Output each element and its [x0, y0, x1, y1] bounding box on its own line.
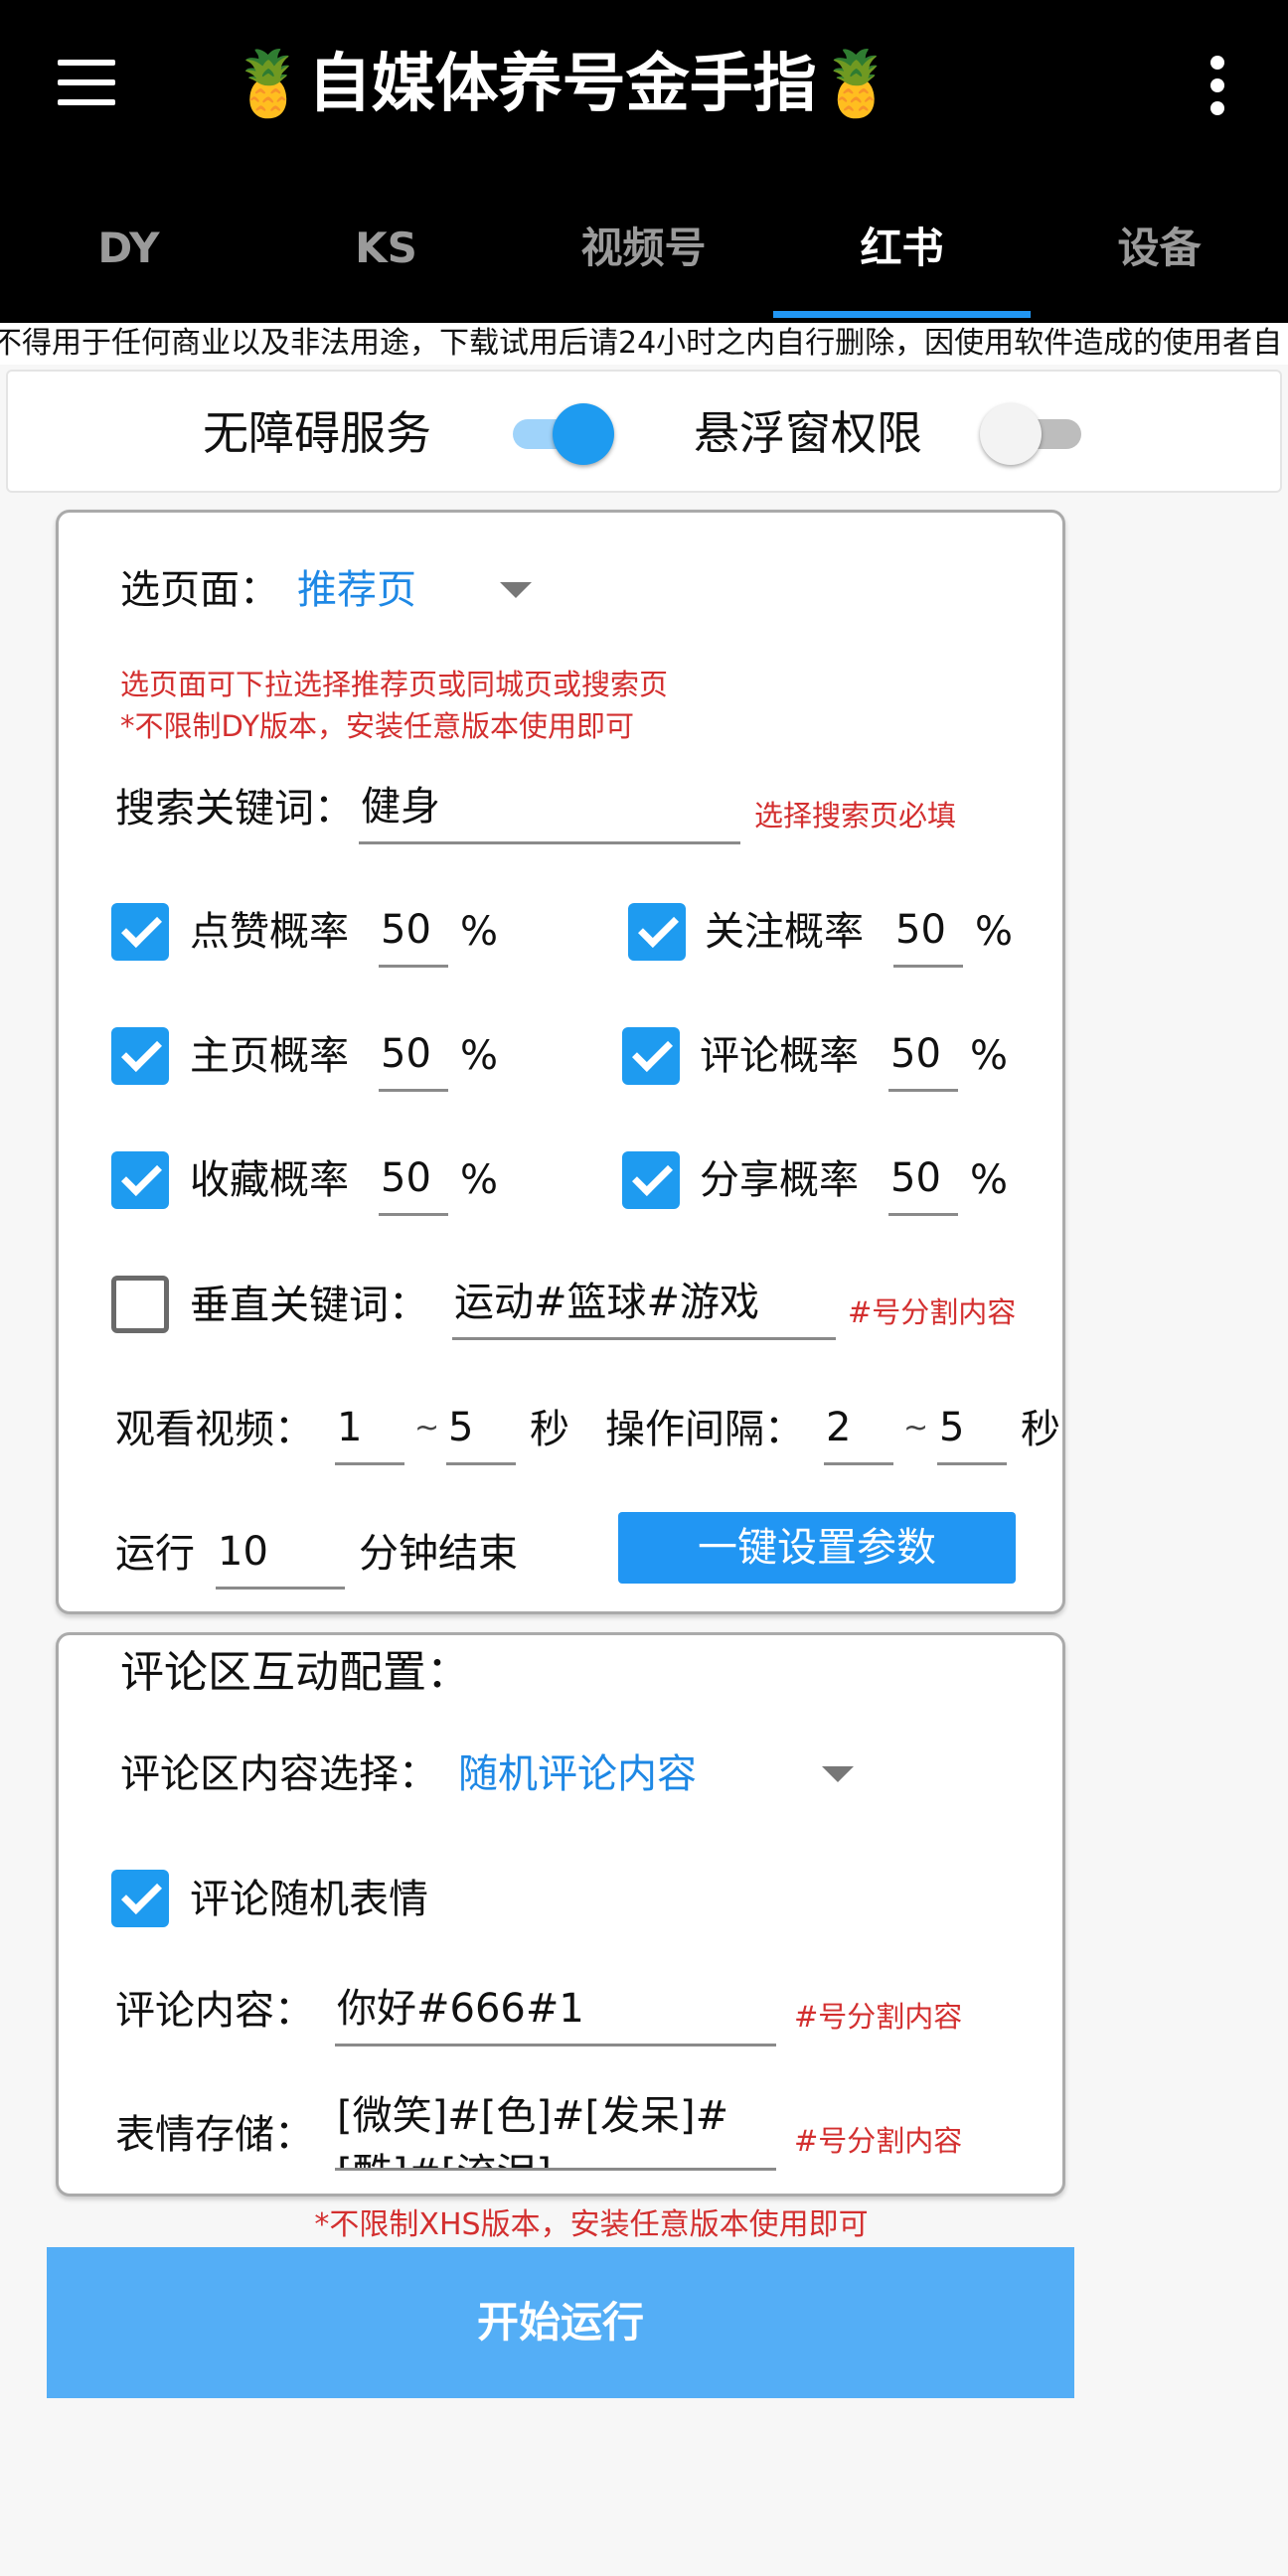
- comment-content-hint: #号分割内容: [794, 2000, 963, 2034]
- accessibility-label: 无障碍服务: [203, 406, 431, 460]
- vertical-keyword-hint: #号分割内容: [848, 1295, 1017, 1329]
- percent-sign: %: [975, 909, 1014, 955]
- comment-config-title: 评论区互动配置：: [120, 1647, 470, 1698]
- xhs-version-note: *不限制XHS版本，安装任意版本使用即可: [314, 2207, 869, 2242]
- watch-unit: 秒: [530, 1407, 569, 1452]
- overlay-switch[interactable]: [980, 401, 1089, 465]
- watch-min-input[interactable]: 1: [335, 1400, 404, 1465]
- favorite-rate-input[interactable]: 50: [379, 1150, 448, 1216]
- follow-rate-label: 关注概率: [705, 909, 864, 955]
- like-rate-checkbox[interactable]: [111, 903, 169, 961]
- percent-sign: %: [970, 1157, 1009, 1203]
- run-suffix: 分钟结束: [359, 1531, 518, 1577]
- interval-max-input[interactable]: 5: [937, 1400, 1007, 1465]
- page-select-label: 选页面：: [120, 567, 279, 613]
- comment-content-input[interactable]: 你好#666#1: [335, 1981, 776, 2046]
- start-run-button[interactable]: 开始运行: [47, 2247, 1074, 2398]
- interval-label: 操作间隔：: [605, 1407, 804, 1452]
- permission-card: 无障碍服务 悬浮窗权限: [6, 370, 1282, 493]
- accessibility-switch[interactable]: [505, 401, 614, 465]
- random-emoji-label: 评论随机表情: [190, 1877, 428, 1922]
- tab-shipinhao[interactable]: 视频号: [515, 214, 772, 283]
- homepage-rate-input[interactable]: 50: [379, 1026, 448, 1092]
- watch-max-input[interactable]: 5: [446, 1400, 516, 1465]
- percent-sign: %: [460, 909, 499, 955]
- vertical-keyword-checkbox[interactable]: [111, 1276, 169, 1333]
- watch-video-label: 观看视频：: [115, 1407, 314, 1452]
- comment-rate-label: 评论概率: [700, 1033, 859, 1079]
- tab-hongshu[interactable]: 红书: [773, 214, 1031, 283]
- tab-ks[interactable]: KS: [257, 214, 515, 283]
- tab-device[interactable]: 设备: [1031, 214, 1288, 283]
- active-tab-indicator: [773, 311, 1031, 318]
- homepage-rate-label: 主页概率: [190, 1033, 349, 1079]
- page-hint-1: 选页面可下拉选择推荐页或同城页或搜索页: [120, 668, 669, 701]
- vertical-keyword-label: 垂直关键词：: [190, 1283, 428, 1328]
- emoji-store-label: 表情存储：: [115, 2112, 314, 2158]
- favorite-rate-label: 收藏概率: [190, 1157, 349, 1203]
- page-select-value[interactable]: 推荐页: [297, 562, 516, 618]
- emoji-store-hint: #号分割内容: [794, 2124, 963, 2158]
- follow-rate-input[interactable]: 50: [893, 902, 963, 968]
- one-key-set-button[interactable]: 一键设置参数: [618, 1512, 1016, 1584]
- keyword-label: 搜索关键词：: [115, 786, 354, 832]
- emoji-store-input[interactable]: [微笑]#[色]#[发呆]#[酷]#[流泪]: [335, 2087, 776, 2171]
- favorite-rate-checkbox[interactable]: [111, 1151, 169, 1209]
- comment-content-label: 评论内容：: [115, 1988, 314, 2034]
- share-rate-checkbox[interactable]: [622, 1151, 680, 1209]
- dropdown-arrow-icon[interactable]: [822, 1766, 854, 1782]
- run-prefix: 运行: [115, 1531, 195, 1577]
- follow-rate-checkbox[interactable]: [628, 903, 686, 961]
- interval-min-input[interactable]: 2: [824, 1400, 893, 1465]
- overlay-label: 悬浮窗权限: [694, 406, 922, 460]
- tab-dy[interactable]: DY: [0, 214, 257, 283]
- share-rate-label: 分享概率: [700, 1157, 859, 1203]
- app-title: 🍍自媒体养号金手指🍍: [229, 48, 896, 121]
- share-rate-input[interactable]: 50: [888, 1150, 958, 1216]
- interval-unit: 秒: [1021, 1407, 1060, 1452]
- page-hint-2: *不限制DY版本，安装任意版本使用即可: [120, 709, 634, 743]
- range-separator: ~: [414, 1411, 440, 1445]
- keyword-hint: 选择搜索页必填: [754, 799, 957, 833]
- more-vertical-icon[interactable]: [1193, 50, 1246, 119]
- disclaimer-marquee: 不得用于任何商业以及非法用途，下载试用后请24小时之内自行删除，因使用软件造成的…: [0, 323, 1288, 365]
- top-app-bar: 🍍自媒体养号金手指🍍 DY KS 视频号 红书 设备: [0, 0, 1288, 323]
- comment-content-select-label: 评论区内容选择：: [120, 1751, 438, 1797]
- random-emoji-checkbox[interactable]: [111, 1870, 169, 1927]
- like-rate-label: 点赞概率: [190, 909, 349, 955]
- like-rate-input[interactable]: 50: [379, 902, 448, 968]
- percent-sign: %: [460, 1033, 499, 1079]
- comment-rate-checkbox[interactable]: [622, 1027, 680, 1085]
- percent-sign: %: [460, 1157, 499, 1203]
- percent-sign: %: [970, 1033, 1009, 1079]
- hamburger-menu-icon[interactable]: [48, 50, 127, 119]
- keyword-input[interactable]: 健身: [359, 779, 740, 844]
- run-minutes-input[interactable]: 10: [216, 1524, 345, 1590]
- dropdown-arrow-icon[interactable]: [500, 582, 532, 598]
- comment-rate-input[interactable]: 50: [888, 1026, 958, 1092]
- comment-content-select-value[interactable]: 随机评论内容: [458, 1746, 796, 1802]
- homepage-rate-checkbox[interactable]: [111, 1027, 169, 1085]
- range-separator: ~: [903, 1411, 929, 1445]
- config-card: 选页面： 推荐页 选页面可下拉选择推荐页或同城页或搜索页 *不限制DY版本，安装…: [56, 510, 1065, 1614]
- vertical-keyword-input[interactable]: 运动#篮球#游戏: [452, 1275, 836, 1340]
- comment-config-card: 评论区互动配置： 评论区内容选择： 随机评论内容 评论随机表情 评论内容： 你好…: [56, 1632, 1065, 2197]
